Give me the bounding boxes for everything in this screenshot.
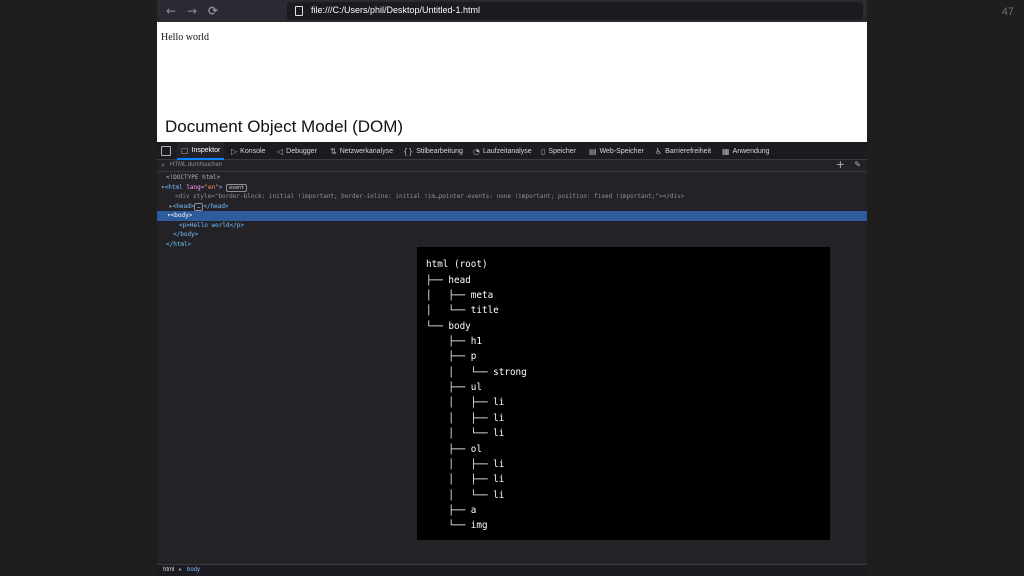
- tab-netzwerkanalyse[interactable]: ⇅ Netzwerkanalyse: [330, 142, 393, 160]
- tree-line: └── img: [426, 520, 488, 531]
- breadcrumb-body[interactable]: body: [187, 567, 200, 573]
- performance-icon: ◔: [473, 146, 480, 156]
- devtools-breadcrumb: html ▸ body: [157, 564, 867, 576]
- reload-icon[interactable]: ⟳: [205, 3, 221, 19]
- debugger-icon: ◁: [277, 146, 284, 156]
- search-placeholder: HTML durchsuchen: [170, 162, 223, 168]
- search-icon: ⌕: [161, 161, 165, 169]
- tree-line: ├── h1: [426, 336, 482, 347]
- tab-konsole[interactable]: ▷ Konsole: [231, 142, 265, 160]
- application-icon: ▦: [722, 146, 730, 156]
- tab-speicher[interactable]: ▯ Speicher: [541, 142, 576, 160]
- tree-line: │ └── li: [426, 428, 505, 439]
- style-editor-icon: {}: [403, 146, 414, 156]
- tree-line: ├── p: [426, 351, 477, 362]
- tab-stilbearbeitung[interactable]: {} Stilbearbeitung: [403, 142, 463, 160]
- eyedropper-icon[interactable]: ✎: [854, 160, 861, 169]
- markup-line-html[interactable]: ▾<html lang="en"> event: [157, 183, 867, 193]
- browser-toolbar: ← → ⟳ file:///C:/Users/phil/Desktop/Unti…: [157, 0, 867, 22]
- inspector-icon: ▢: [181, 145, 189, 155]
- page-viewport: Hello world Document Object Model (DOM): [157, 22, 867, 142]
- url-text: file:///C:/Users/phil/Desktop/Untitled-1…: [311, 5, 481, 15]
- tree-line: │ ├── meta: [426, 290, 494, 301]
- slide-number: 47: [1001, 6, 1014, 18]
- breadcrumb-html[interactable]: html: [163, 567, 174, 573]
- breadcrumb-separator-icon: ▸: [179, 567, 183, 573]
- tab-inspektor[interactable]: ▢ Inspektor: [177, 142, 225, 160]
- console-icon: ▷: [231, 146, 238, 156]
- markup-line-div[interactable]: <div style="border-block: initial !impor…: [157, 192, 867, 202]
- collapsed-badge[interactable]: …: [194, 202, 204, 211]
- network-icon: ⇅: [330, 146, 337, 156]
- tree-line: │ └── title: [426, 305, 499, 316]
- dom-tree-diagram: html (root) ├── head │ ├── meta │ └── ti…: [417, 247, 830, 540]
- back-arrow-icon[interactable]: ←: [163, 3, 179, 19]
- add-node-icon[interactable]: +: [836, 158, 845, 171]
- tree-line: ├── ul: [426, 382, 482, 393]
- tab-debugger[interactable]: ◁ Debugger: [277, 142, 317, 160]
- tree-line: │ ├── li: [426, 474, 505, 485]
- hello-world-paragraph: Hello world: [161, 32, 210, 43]
- accessibility-icon: ♿: [655, 146, 663, 156]
- tree-line: └── body: [426, 321, 471, 332]
- markup-line-body-selected[interactable]: ▾<body>: [157, 211, 867, 221]
- devtools-tabbar: ▢ Inspektor ▷ Konsole ◁ Debugger ⇅ Netzw…: [157, 142, 867, 160]
- tree-line: │ ├── li: [426, 459, 505, 470]
- memory-icon: ▯: [541, 146, 546, 156]
- tab-anwendung[interactable]: ▦ Anwendung: [722, 142, 770, 160]
- tree-line: ├── ol: [426, 444, 482, 455]
- page-icon: [295, 6, 303, 16]
- tab-web-speicher[interactable]: ▤ Web-Speicher: [589, 142, 644, 160]
- html-search-bar[interactable]: ⌕ HTML durchsuchen + ✎: [157, 158, 867, 172]
- tab-laufzeitanalyse[interactable]: ◔ Laufzeitanalyse: [473, 142, 532, 160]
- tree-line: │ ├── li: [426, 397, 505, 408]
- markup-line-head[interactable]: ▸<head>… </head>: [157, 202, 867, 212]
- element-picker-icon[interactable]: [161, 146, 171, 156]
- slide-caption: Document Object Model (DOM): [165, 117, 404, 136]
- tree-line: html (root): [426, 259, 488, 270]
- markup-line-p[interactable]: <p>Hello world</p>: [157, 221, 867, 231]
- tree-line: │ └── li: [426, 490, 505, 501]
- tree-line: │ ├── li: [426, 413, 505, 424]
- tab-barrierefreiheit[interactable]: ♿ Barrierefreiheit: [655, 142, 711, 160]
- markup-view: <!DOCTYPE html> ▾<html lang="en"> event …: [157, 173, 867, 249]
- url-bar[interactable]: file:///C:/Users/phil/Desktop/Untitled-1…: [287, 2, 863, 20]
- storage-icon: ▤: [589, 146, 597, 156]
- forward-arrow-icon[interactable]: →: [184, 3, 200, 19]
- tree-line: ├── a: [426, 505, 477, 516]
- markup-line-doctype[interactable]: <!DOCTYPE html>: [157, 173, 867, 183]
- event-badge[interactable]: event: [226, 183, 248, 192]
- tree-line: ├── head: [426, 275, 471, 286]
- markup-line-body-close[interactable]: </body>: [157, 230, 867, 240]
- tree-line: │ └── strong: [426, 367, 527, 378]
